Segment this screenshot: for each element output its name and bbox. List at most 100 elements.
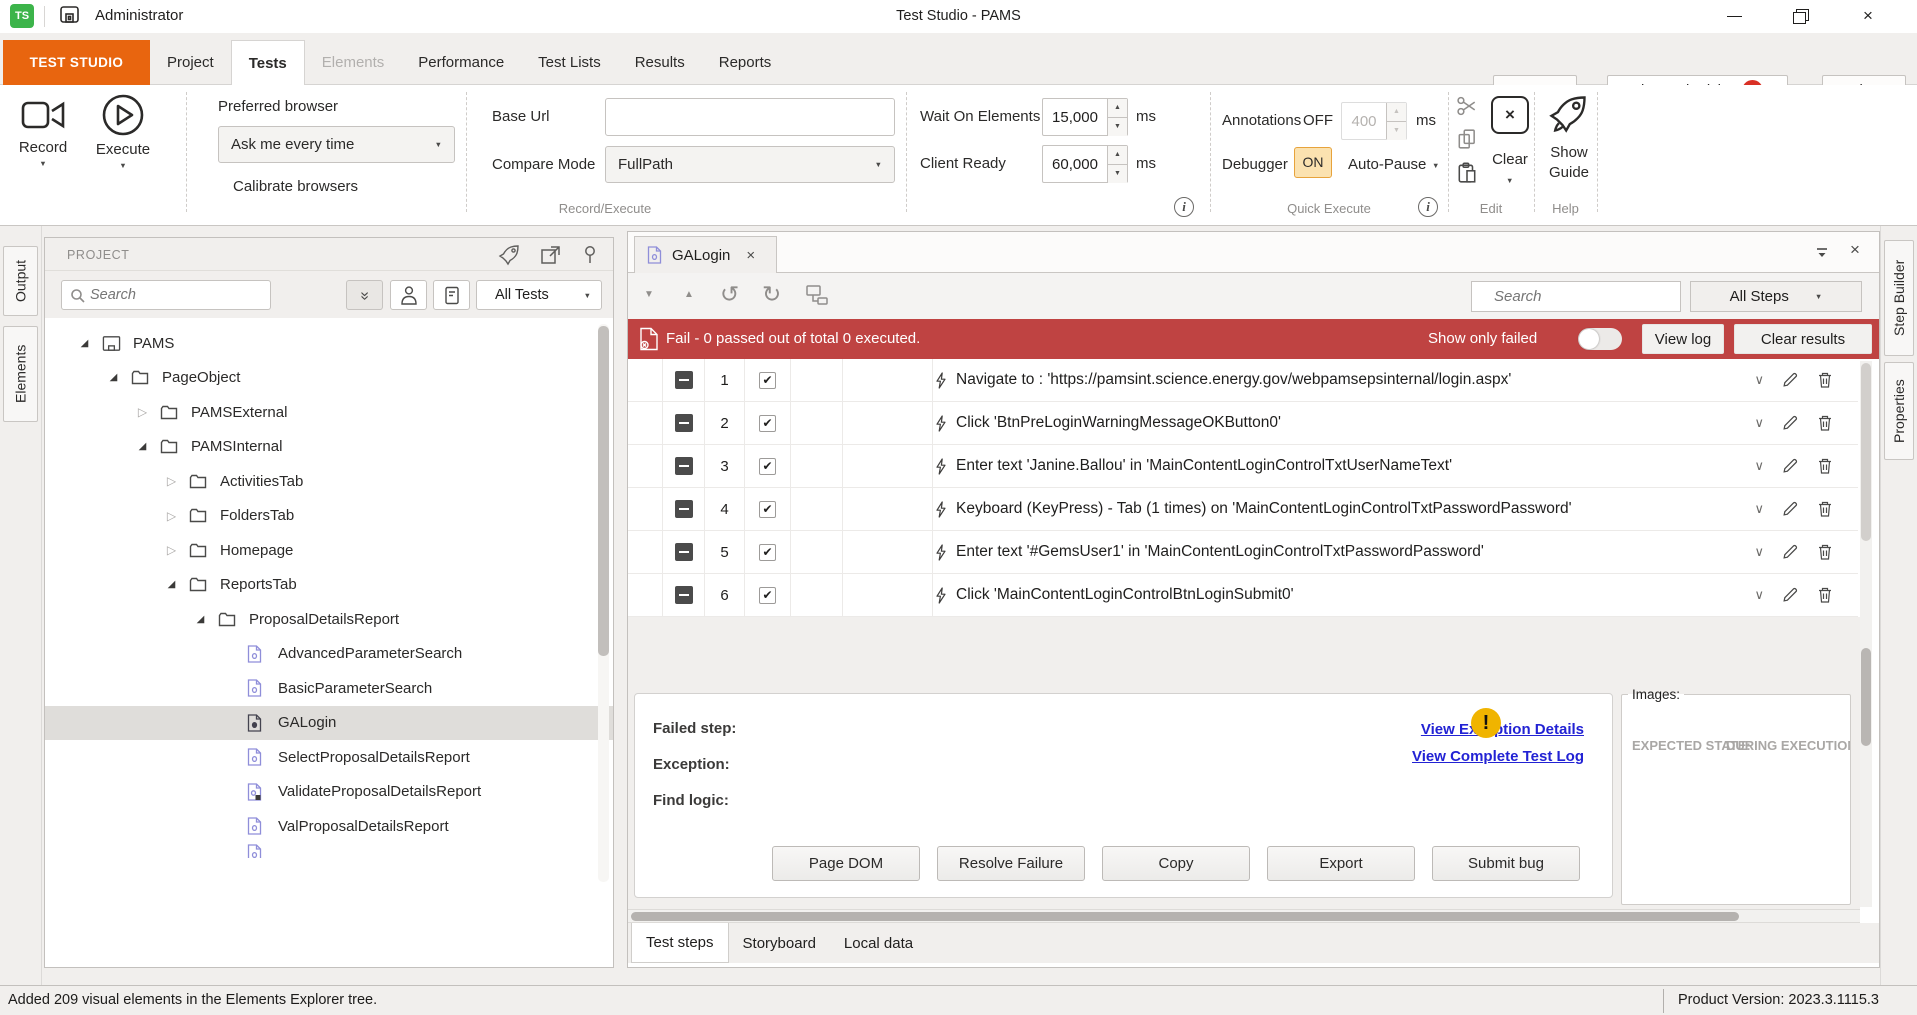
horizontal-scrollbar[interactable] (628, 909, 1860, 923)
tree-item-folderstab[interactable]: ▷FoldersTab (45, 499, 613, 534)
annotations-state[interactable]: OFF (1303, 112, 1333, 129)
step-row-5[interactable]: 5✔Enter text '#GemsUser1' in 'MainConten… (628, 531, 1858, 574)
tree-expander-icon[interactable]: ◢ (106, 372, 121, 383)
dock-tab-output[interactable]: Output (3, 246, 38, 316)
clear-results-icon[interactable]: × (1491, 96, 1529, 134)
move-step-up-icon[interactable]: ▲ (684, 289, 694, 300)
preferred-browser-select[interactable]: Ask me every time▼ (218, 126, 455, 163)
spin-up-icon[interactable]: ▲ (1108, 146, 1127, 165)
spin-down-icon[interactable]: ▼ (1108, 118, 1127, 136)
tree-item-selectproposaldetailsreport[interactable]: SelectProposalDetailsReport (45, 740, 613, 775)
collapse-step-button[interactable] (675, 543, 693, 561)
tab-galogin[interactable]: GALogin × (634, 236, 777, 273)
cut-icon[interactable] (1456, 95, 1478, 117)
edit-step-icon[interactable] (1781, 414, 1799, 432)
base-url-input[interactable] (605, 98, 895, 136)
submit-bug-button[interactable]: Submit bug (1432, 846, 1580, 881)
ribbon-tab-performance[interactable]: Performance (401, 40, 521, 86)
close-button[interactable]: × (1845, 0, 1891, 33)
page-dom-button[interactable]: Page DOM (772, 846, 920, 881)
tree-expander-icon[interactable]: ▷ (164, 543, 179, 557)
redo-icon[interactable]: ↻ (762, 281, 781, 308)
scrollbar-thumb[interactable] (1861, 648, 1871, 746)
scrollbar-thumb[interactable] (631, 912, 1739, 921)
step-chevron-down-icon[interactable]: ∨ (1754, 458, 1764, 474)
calibrate-browsers-link[interactable]: Calibrate browsers (233, 178, 358, 195)
step-enabled-checkbox[interactable]: ✔ (759, 544, 776, 561)
debugger-on-toggle[interactable]: ON (1294, 147, 1332, 178)
dock-tab-step-builder[interactable]: Step Builder (1884, 240, 1914, 356)
tree-item-valproposaldetailsreport[interactable]: ValProposalDetailsReport (45, 809, 613, 844)
tree-item-reportstab[interactable]: ◢ReportsTab (45, 568, 613, 603)
step-enabled-checkbox[interactable]: ✔ (759, 415, 776, 432)
info-icon[interactable]: i (1418, 197, 1438, 217)
step-description[interactable]: Click 'BtnPreLoginWarningMessageOKButton… (956, 414, 1281, 432)
user-view-button[interactable] (390, 280, 427, 310)
steps-search-input[interactable] (1472, 282, 1680, 311)
undo-icon[interactable]: ↺ (720, 281, 739, 308)
window-position-icon[interactable] (1813, 246, 1831, 260)
view-complete-test-log-link[interactable]: View Complete Test Log (1412, 748, 1584, 765)
step-enabled-checkbox[interactable]: ✔ (759, 458, 776, 475)
paste-icon[interactable] (1456, 162, 1478, 184)
step-enabled-checkbox[interactable]: ✔ (759, 587, 776, 604)
bottom-tab-local-data[interactable]: Local data (830, 923, 927, 963)
collapse-all-button[interactable]: » (346, 280, 383, 310)
pin-icon[interactable] (578, 243, 602, 267)
step-chevron-down-icon[interactable]: ∨ (1754, 544, 1764, 560)
project-tree-scrollbar[interactable] (598, 324, 609, 882)
close-panel-icon[interactable]: × (1850, 240, 1860, 260)
step-enabled-checkbox[interactable]: ✔ (759, 501, 776, 518)
collapse-step-button[interactable] (675, 414, 693, 432)
tree-item-basicparametersearch[interactable]: BasicParameterSearch (45, 671, 613, 706)
edit-step-icon[interactable] (1781, 586, 1799, 604)
ribbon-tab-results[interactable]: Results (618, 40, 702, 86)
tree-item-proposaldetailsreport[interactable]: ◢ProposalDetailsReport (45, 602, 613, 637)
restore-button[interactable] (1778, 0, 1824, 33)
tree-item-pams[interactable]: ◢PAMS (45, 326, 613, 361)
info-icon[interactable]: i (1174, 197, 1194, 217)
step-description[interactable]: Navigate to : 'https://pamsint.science.e… (956, 371, 1511, 389)
tree-item-galogin[interactable]: GALogin (45, 706, 613, 741)
wait-on-elements-stepper[interactable]: 15,000 ▲▼ (1042, 98, 1128, 136)
spin-up-icon[interactable]: ▲ (1108, 99, 1127, 118)
tree-item-validateproposaldetailsreport[interactable]: ValidateProposalDetailsReport (45, 775, 613, 810)
project-search-input[interactable] (90, 282, 266, 308)
tree-expander-icon[interactable]: ▷ (164, 509, 179, 523)
compare-mode-select[interactable]: FullPath▼ (605, 146, 895, 183)
ribbon-tab-tests[interactable]: Tests (231, 40, 305, 86)
delete-step-icon[interactable] (1816, 457, 1834, 475)
step-description[interactable]: Enter text 'Janine.Ballou' in 'MainConte… (956, 457, 1452, 475)
step-chevron-down-icon[interactable]: ∨ (1754, 415, 1764, 431)
collapse-step-button[interactable] (675, 457, 693, 475)
bottom-tab-test-steps[interactable]: Test steps (631, 923, 729, 963)
ribbon-tab-reports[interactable]: Reports (702, 40, 789, 86)
delete-step-icon[interactable] (1816, 414, 1834, 432)
collapse-step-button[interactable] (675, 586, 693, 604)
delete-step-icon[interactable] (1816, 543, 1834, 561)
dock-tab-properties[interactable]: Properties (1884, 362, 1914, 460)
execute-button[interactable]: Execute ▼ (88, 93, 158, 170)
step-description[interactable]: Keyboard (KeyPress) - Tab (1 times) on '… (956, 500, 1572, 518)
ribbon-tab-test-lists[interactable]: Test Lists (521, 40, 618, 86)
step-row-1[interactable]: 1✔Navigate to : 'https://pamsint.science… (628, 359, 1858, 402)
minimize-button[interactable] (1712, 0, 1758, 33)
tree-item-pageobject[interactable]: ◢PageObject (45, 361, 613, 396)
ribbon-tab-elements[interactable]: Elements (305, 40, 402, 86)
step-row-4[interactable]: 4✔Keyboard (KeyPress) - Tab (1 times) on… (628, 488, 1858, 531)
tree-item-advancedparametersearch[interactable]: AdvancedParameterSearch (45, 637, 613, 672)
bottom-tab-storyboard[interactable]: Storyboard (729, 923, 830, 963)
logic-step-icon[interactable] (806, 285, 830, 305)
open-external-icon[interactable] (539, 243, 563, 267)
scrollbar-thumb[interactable] (598, 326, 609, 656)
clear-results-button[interactable]: Clear results (1734, 324, 1872, 354)
step-description[interactable]: Click 'MainContentLoginControlBtnLoginSu… (956, 586, 1294, 604)
rocket-icon[interactable] (1546, 91, 1590, 137)
clear-button[interactable]: Clear (1488, 151, 1532, 168)
step-chevron-down-icon[interactable]: ∨ (1754, 501, 1764, 517)
toggle-knob[interactable] (1579, 329, 1599, 349)
tree-expander-icon[interactable]: ◢ (164, 579, 179, 590)
edit-step-icon[interactable] (1781, 371, 1799, 389)
app-menu-tab[interactable]: TEST STUDIO (3, 40, 150, 86)
tree-item-homepage[interactable]: ▷Homepage (45, 533, 613, 568)
